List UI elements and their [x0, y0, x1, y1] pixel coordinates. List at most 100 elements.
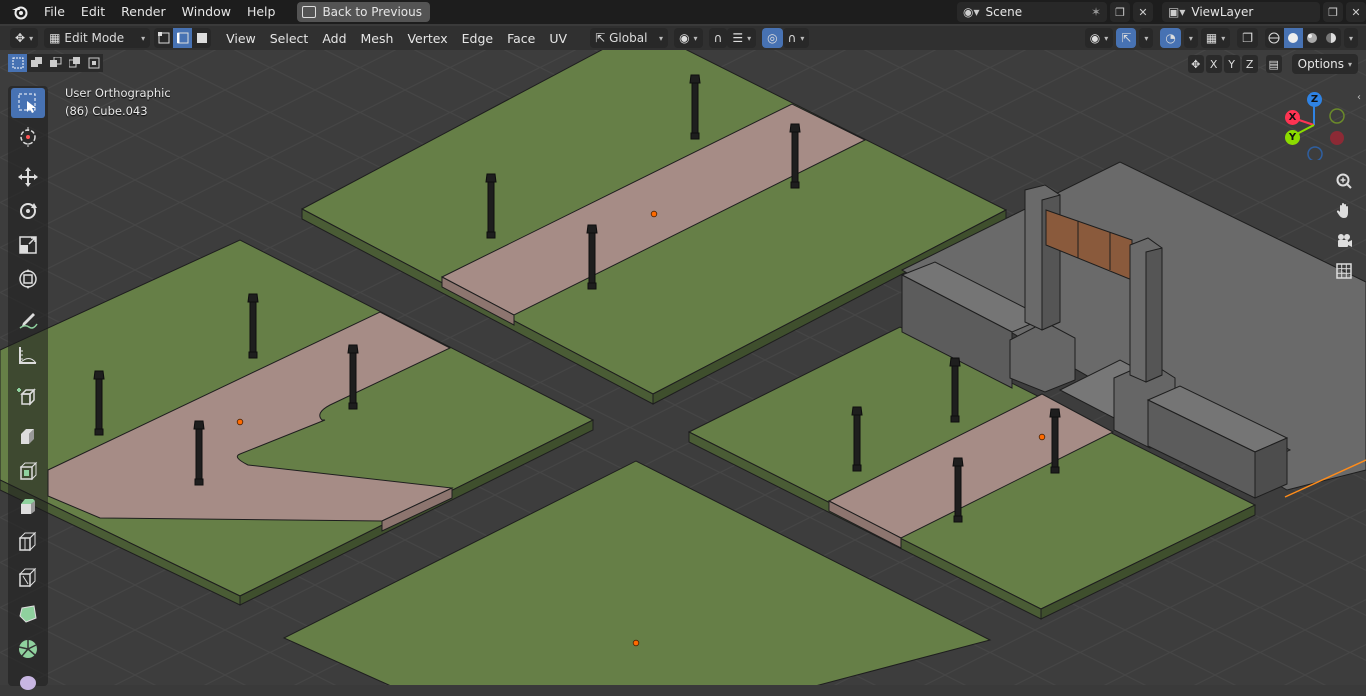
move-icon[interactable]: [11, 162, 45, 192]
wireframe-shading-icon[interactable]: [1264, 28, 1284, 48]
pin-icon[interactable]: ✶: [1091, 5, 1101, 19]
auto-merge-icon[interactable]: ▤: [1265, 55, 1282, 73]
mirror-y-toggle[interactable]: Y: [1223, 55, 1240, 73]
measure-icon[interactable]: [11, 340, 45, 370]
view-layer-field[interactable]: ▣▾ ViewLayer: [1162, 2, 1320, 22]
solid-shading-icon[interactable]: [1283, 28, 1303, 48]
object-info-label: (86) Cube.043: [65, 104, 148, 118]
visibility-dropdown[interactable]: ◉ ▾: [1084, 28, 1114, 48]
loop-cut-icon[interactable]: [11, 526, 45, 556]
zoom-icon[interactable]: [1331, 168, 1357, 194]
navigation-gizmo[interactable]: Z X Y: [1280, 90, 1350, 160]
options-dropdown[interactable]: Options ▾: [1291, 54, 1358, 74]
menu-edge[interactable]: Edge: [455, 31, 500, 46]
overlay-dropdown[interactable]: ▾: [1183, 28, 1198, 48]
menu-face[interactable]: Face: [500, 31, 542, 46]
menu-vertex[interactable]: Vertex: [400, 31, 454, 46]
snap-toggle[interactable]: ∩: [708, 28, 728, 48]
mode-dropdown[interactable]: ▦ Edit Mode ▾: [44, 28, 151, 48]
proportional-edit-toggle[interactable]: ◎: [762, 28, 783, 48]
back-to-previous-button[interactable]: Back to Previous: [297, 2, 430, 22]
overlay-toggle[interactable]: ◔: [1160, 28, 1181, 48]
perspective-grid-icon[interactable]: [1331, 258, 1357, 284]
menu-view[interactable]: View: [219, 31, 263, 46]
sidebar-toggle-icon[interactable]: ‹: [1357, 92, 1361, 103]
menu-add[interactable]: Add: [315, 31, 353, 46]
blender-logo-icon[interactable]: [10, 2, 30, 22]
scene-icon: ◉▾: [963, 5, 980, 19]
annotate-icon[interactable]: [11, 306, 45, 336]
select-intersect-icon[interactable]: [84, 54, 103, 72]
snap-dropdown[interactable]: ☰ ▾: [727, 28, 757, 48]
vertex-select-icon[interactable]: [154, 28, 174, 48]
transform-icon[interactable]: [11, 264, 45, 294]
scene-field[interactable]: ◉▾ Scene ✶: [957, 2, 1107, 22]
mirror-x-toggle[interactable]: X: [1205, 55, 1222, 73]
mirror-z-toggle[interactable]: Z: [1241, 55, 1258, 73]
select-extend-icon[interactable]: [27, 54, 46, 72]
xray-icon: ❐: [1242, 31, 1253, 45]
gizmo-y-axis[interactable]: Y: [1285, 130, 1300, 145]
spin-icon[interactable]: [11, 634, 45, 664]
scale-icon[interactable]: [11, 230, 45, 260]
extrude-icon[interactable]: [11, 420, 45, 450]
new-view-layer-icon[interactable]: ❐: [1323, 2, 1343, 22]
scene-name: Scene: [985, 5, 1023, 19]
pan-hand-icon[interactable]: [1331, 198, 1357, 224]
gizmo-dropdown[interactable]: ▾: [1139, 28, 1154, 48]
toolbar: [8, 86, 48, 690]
rotate-icon[interactable]: [11, 196, 45, 226]
select-box-icon[interactable]: [11, 88, 45, 118]
rendered-shading-icon[interactable]: [1321, 28, 1341, 48]
menu-select[interactable]: Select: [263, 31, 316, 46]
gizmo-icon: ⇱: [1121, 31, 1132, 45]
gizmo-x-axis[interactable]: X: [1285, 110, 1300, 125]
face-select-icon[interactable]: [192, 28, 212, 48]
xray-toggle[interactable]: ❐: [1237, 28, 1258, 48]
scene-selector: ◉▾ Scene ✶ ❐ ✕ ▣▾ ViewLayer ❐ ✕: [957, 2, 1366, 22]
editor-type-button[interactable]: ✥ ▾: [10, 28, 39, 48]
camera-view-icon[interactable]: [1331, 228, 1357, 254]
menu-file[interactable]: File: [36, 0, 73, 24]
magnet-icon: ∩: [713, 31, 723, 45]
overlay-icon: ◔: [1165, 31, 1176, 45]
gizmo-z-axis[interactable]: Z: [1307, 92, 1322, 107]
pivot-dropdown[interactable]: ◉ ▾: [674, 28, 703, 48]
knife-icon[interactable]: [11, 562, 45, 592]
inset-icon[interactable]: [11, 456, 45, 486]
poly-build-icon[interactable]: [11, 598, 45, 628]
mesh-overlay-dropdown[interactable]: ▦ ▾: [1200, 28, 1231, 48]
bevel-icon[interactable]: [11, 490, 45, 520]
material-shading-icon[interactable]: [1302, 28, 1322, 48]
gizmo-toggle[interactable]: ⇱: [1116, 28, 1137, 48]
menu-window[interactable]: Window: [174, 0, 239, 24]
editor-type-icon: ✥: [15, 31, 26, 45]
shading-dropdown[interactable]: ▾: [1343, 28, 1358, 48]
delete-scene-icon[interactable]: ✕: [1133, 2, 1153, 22]
menu-mesh[interactable]: Mesh: [354, 31, 401, 46]
select-new-icon[interactable]: [8, 54, 27, 72]
menu-render[interactable]: Render: [113, 0, 174, 24]
menu-uv[interactable]: UV: [542, 31, 574, 46]
menu-help[interactable]: Help: [239, 0, 284, 24]
add-cube-icon[interactable]: [11, 382, 45, 412]
edge-select-icon[interactable]: [173, 28, 193, 48]
orientation-label: Global: [609, 31, 648, 45]
select-difference-icon[interactable]: [65, 54, 84, 72]
pivot-icon: ◉: [679, 31, 690, 45]
back-to-previous-label: Back to Previous: [322, 5, 422, 19]
smooth-icon[interactable]: [11, 666, 45, 696]
orientation-dropdown[interactable]: ⇱ Global ▾: [590, 28, 669, 48]
falloff-dropdown[interactable]: ∩ ▾: [782, 28, 810, 48]
selection-mode-group: [8, 54, 103, 72]
mesh-edit-overlay-icon: ▦: [1205, 31, 1218, 45]
options-label: Options: [1297, 57, 1344, 71]
cursor-icon[interactable]: [11, 122, 45, 152]
orientation-icon: ⇱: [595, 31, 606, 45]
new-scene-icon[interactable]: ❐: [1110, 2, 1130, 22]
menu-edit[interactable]: Edit: [73, 0, 113, 24]
scene-canvas[interactable]: [0, 50, 1366, 685]
delete-view-layer-icon[interactable]: ✕: [1346, 2, 1366, 22]
select-subtract-icon[interactable]: [46, 54, 65, 72]
3d-viewport[interactable]: ✥ X Y Z ▤ Options ▾ User Orthographic (8…: [0, 50, 1366, 685]
